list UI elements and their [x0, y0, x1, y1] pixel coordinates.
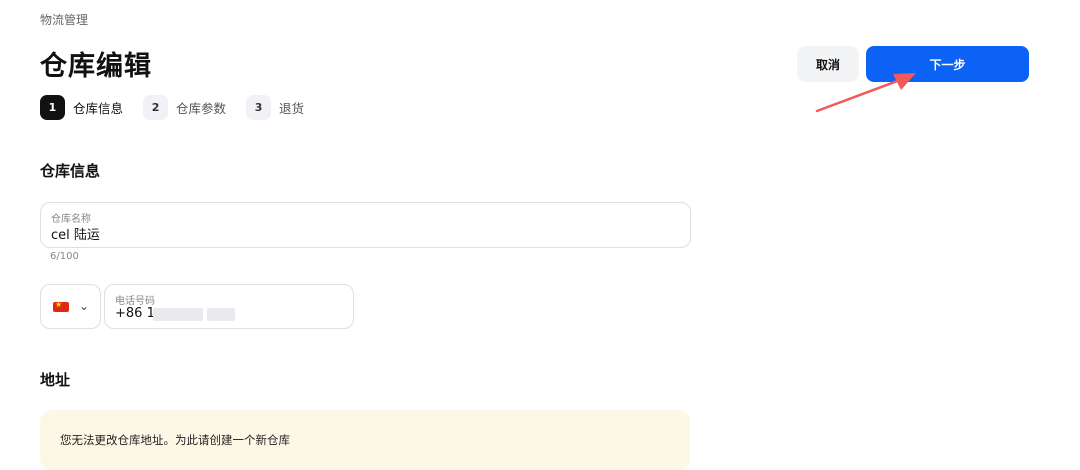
redacted-phone-block [153, 308, 203, 321]
character-counter: 6/100 [50, 251, 79, 262]
step-label: 仓库信息 [73, 101, 124, 116]
redacted-phone-block [207, 308, 235, 321]
cancel-button[interactable]: 取消 [797, 46, 859, 82]
step-label: 退货 [279, 101, 305, 116]
chevron-down-icon: ⌄ [79, 299, 90, 313]
stepper: 1 仓库信息 2 仓库参数 3 退货 [40, 95, 324, 120]
breadcrumb[interactable]: 物流管理 [40, 11, 88, 28]
address-notice: 您无法更改仓库地址。为此请创建一个新仓库 [40, 410, 690, 470]
step-label: 仓库参数 [176, 101, 227, 116]
page-title: 仓库编辑 [40, 51, 152, 82]
flag-star-icon: ★ [55, 300, 63, 309]
step-warehouse-params[interactable]: 2 仓库参数 [143, 95, 226, 120]
section-title-address: 地址 [40, 371, 71, 389]
country-code-select[interactable]: ★ ⌄ [40, 284, 101, 329]
step-warehouse-info[interactable]: 1 仓库信息 [40, 95, 123, 120]
annotation-arrow-line [815, 78, 902, 113]
step-number: 3 [246, 95, 272, 120]
warehouse-name-field[interactable]: 仓库名称 cel 陆运 [40, 202, 691, 248]
next-step-button[interactable]: 下一步 [866, 46, 1029, 82]
step-returns[interactable]: 3 退货 [246, 95, 304, 120]
step-number: 1 [40, 95, 65, 120]
phone-number-label: 电话号码 [115, 296, 155, 307]
section-title-warehouse-info: 仓库信息 [40, 162, 101, 180]
address-notice-text: 您无法更改仓库地址。为此请创建一个新仓库 [60, 433, 290, 447]
phone-number-value: +86 1 [115, 306, 155, 321]
phone-number-field[interactable]: 电话号码 +86 1 [104, 284, 354, 329]
step-number: 2 [143, 95, 169, 120]
warehouse-name-value: cel 陆运 [51, 228, 100, 243]
warehouse-name-label: 仓库名称 [51, 214, 91, 225]
